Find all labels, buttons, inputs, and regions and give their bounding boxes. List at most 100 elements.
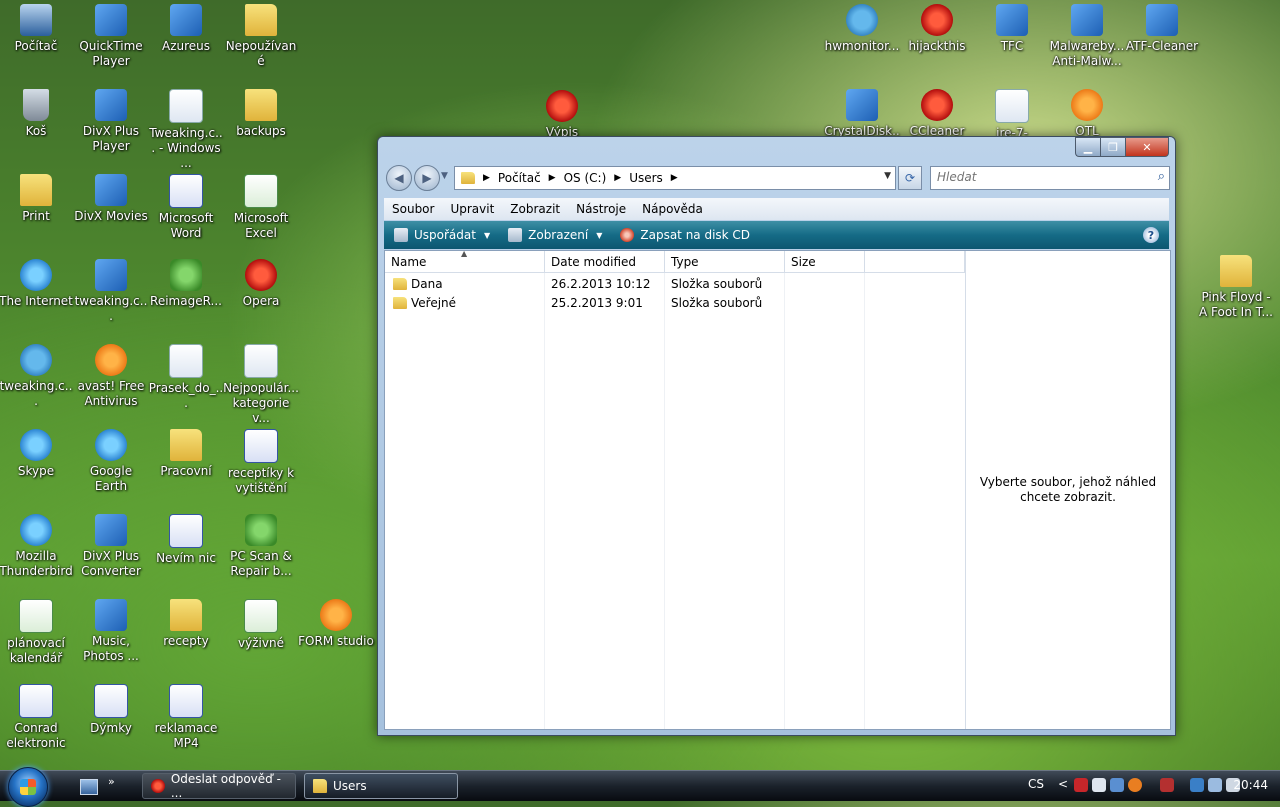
show-hidden-icons-button[interactable]: < [1058,777,1068,791]
system-tray: CS < 20:44 [1010,771,1280,801]
desktop-icon[interactable]: ATF-Cleaner [1124,4,1200,54]
safely-remove-tray-icon[interactable] [1160,778,1174,792]
desktop-icon[interactable]: OTL [1049,89,1125,139]
desktop-icon[interactable]: Microsoft Excel [223,174,299,241]
desktop-icon[interactable]: CCleaner [899,89,975,139]
desktop-icon[interactable]: hijackthis [899,4,975,54]
desktop-icon[interactable]: recepty [148,599,224,649]
start-button[interactable] [8,767,48,807]
desktop-icon[interactable]: Nepoužívané [223,4,299,69]
menu-nastroje[interactable]: Nástroje [568,202,634,216]
recent-pages-dropdown-icon[interactable]: ▼ [441,171,448,181]
avast-tray-icon[interactable] [1128,778,1142,792]
pc-icon [20,4,52,36]
monitor-tray-icon[interactable] [1110,778,1124,792]
desktop-icon[interactable]: Music, Photos ... [73,599,149,664]
app-icon [996,4,1028,36]
refresh-icon: ⟳ [904,171,916,185]
column-size[interactable]: Size [785,251,865,273]
breadcrumb-separator[interactable]: ▶ [483,173,498,183]
desktop-icon[interactable]: hwmonitor... [824,4,900,54]
desktop-icon[interactable]: Koš [0,89,74,139]
network-tray-icon[interactable] [1092,778,1106,792]
desktop-icon[interactable]: PC Scan & Repair b... [223,514,299,579]
desktop-icon[interactable]: výživné [223,599,299,651]
forward-button[interactable]: ▶ [414,165,440,191]
arrow-right-icon: ▶ [422,171,432,185]
desktop-icon[interactable]: backups [223,89,299,139]
breadcrumb-users[interactable]: Users ▶ [629,171,686,185]
file-row[interactable]: Dana 26.2.2013 10:12 Složka souborů [385,275,965,294]
help-button[interactable]: ? [1143,227,1159,243]
menu-zobrazit[interactable]: Zobrazit [502,202,568,216]
burn-cd-button[interactable]: Zapsat na disk CD [620,228,750,242]
desktop-icon[interactable]: Opera [223,259,299,309]
desktop-icon-label: hwmonitor... [824,39,900,53]
organize-button[interactable]: Uspořádat ▼ [394,228,490,242]
desktop-icon[interactable]: Dýmky [73,684,149,736]
column-date-modified[interactable]: Date modified [545,251,665,273]
desktop-icon[interactable]: DivX Plus Converter [73,514,149,579]
minimize-button[interactable]: ▁ [1075,137,1100,157]
desktop-icon[interactable]: Mozilla Thunderbird [0,514,74,579]
desktop-icon[interactable]: QuickTime Player [73,4,149,69]
language-indicator[interactable]: CS [1028,777,1044,791]
desktop-icon[interactable]: Prasek_do_... [148,344,224,411]
menu-soubor[interactable]: Soubor [384,202,442,216]
desktop-icon[interactable]: Google Earth [73,429,149,494]
views-button[interactable]: Zobrazení ▼ [508,228,602,242]
desktop-icon[interactable]: tweaking.c... [0,344,74,409]
desktop-icon[interactable]: tweaking.c... [73,259,149,324]
desktop-icon[interactable]: reklamace MP4 [148,684,224,751]
column-type[interactable]: Type [665,251,785,273]
cd-icon [620,228,635,242]
desktop-icon[interactable]: receptíky k vytištění [223,429,299,496]
menu-upravit[interactable]: Upravit [442,202,502,216]
security-tray-icon[interactable] [1208,778,1222,792]
clock[interactable]: 20:44 [1233,778,1268,792]
column-divider [784,273,785,729]
address-dropdown-icon[interactable]: ▼ [884,171,891,181]
desktop-icon[interactable]: DivX Plus Player [73,89,149,154]
desktop-icon[interactable]: Microsoft Word [148,174,224,241]
desktop-icon[interactable]: Print [0,174,74,224]
maximize-button[interactable]: ❐ [1100,137,1125,157]
desktop-icon[interactable]: Nejpopulár... kategorie v... [223,344,299,426]
search-input[interactable] [931,167,1137,187]
app-icon [1071,4,1103,36]
column-name[interactable]: Name ▲ [385,249,545,273]
breadcrumb-pocitac[interactable]: Počítač ▶ [498,171,564,185]
desktop-icon-label: avast! Free Antivirus [77,379,145,408]
close-button[interactable]: ✕ [1125,137,1169,157]
show-desktop-icon[interactable] [80,779,98,795]
desktop-icon[interactable]: Počítač [0,4,74,54]
taskbar-button-users[interactable]: Users [304,773,458,799]
desktop-icon[interactable]: avast! Free Antivirus [73,344,149,409]
desktop-icon[interactable]: FORM studio [298,599,374,649]
menu-napoveda[interactable]: Nápověda [634,202,711,216]
desktop-icon[interactable]: Conrad elektronic [0,684,74,751]
file-row[interactable]: Veřejné 25.2.2013 9:01 Složka souborů [385,294,965,313]
desktop-icon[interactable]: plánovací kalendář [0,599,74,666]
quicklaunch-more-button[interactable]: » [108,775,115,788]
network-status-icon[interactable] [1190,778,1204,792]
desktop-icon[interactable]: Nevím nic [148,514,224,566]
desktop-icon[interactable]: The Internet [0,259,74,309]
desktop-icon[interactable]: Malwareby... Anti-Malw... [1049,4,1125,69]
taskbar-button-opera[interactable]: Odeslat odpověď - ... [142,772,296,800]
acrobat-tray-icon[interactable] [1074,778,1088,792]
desktop-icon[interactable]: Azureus [148,4,224,54]
desktop-icon[interactable]: DivX Movies [73,174,149,224]
refresh-button[interactable]: ⟳ [898,166,922,190]
desktop-icon[interactable]: Pracovní [148,429,224,479]
desktop-icon[interactable]: Skype [0,429,74,479]
search-icon[interactable]: ⌕ [1158,169,1165,184]
desktop-icon-pink-floyd[interactable]: Pink Floyd - A Foot In T... [1198,255,1274,320]
breadcrumb-os-c[interactable]: OS (C:) ▶ [564,171,630,185]
desktop-icon-label: ReimageR... [150,294,222,308]
desktop-icon[interactable]: Tweaking.c... - Windows ... [148,89,224,171]
address-bar[interactable]: ▶ Počítač ▶ OS (C:) ▶ Users ▶ ▼ [454,166,896,190]
desktop-icon[interactable]: ReimageR... [148,259,224,309]
desktop-icon[interactable]: TFC [974,4,1050,54]
back-button[interactable]: ◀ [386,165,412,191]
